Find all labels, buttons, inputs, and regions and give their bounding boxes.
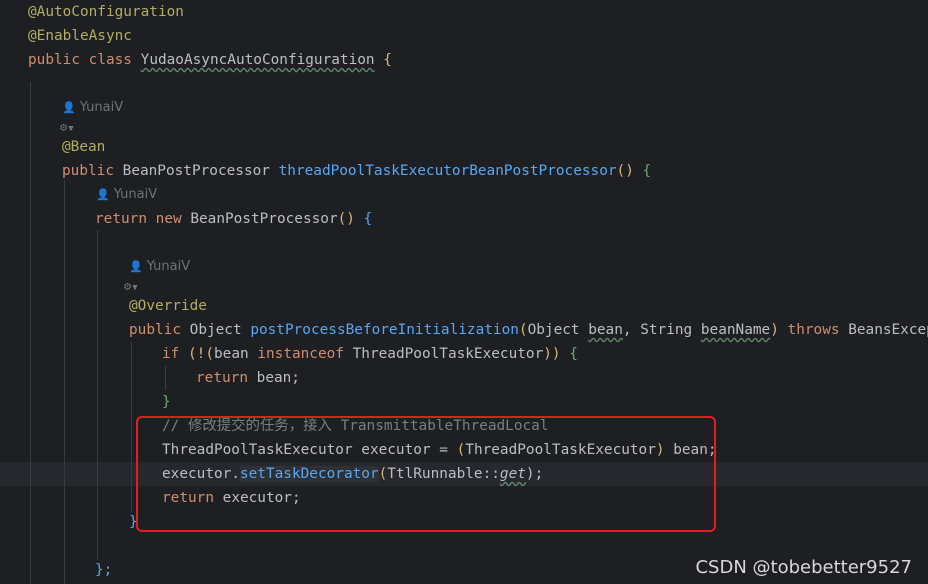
annotation-bean: @Bean [62,139,106,155]
watermark: CSDN @tobebetter9527 [695,557,912,578]
author-hint[interactable]: 👤 YunaiV [129,257,190,277]
person-icon: 👤 [129,260,143,273]
code-line[interactable]: @AutoConfiguration [28,0,184,24]
code-line[interactable]: public BeanPostProcessor threadPoolTaskE… [62,159,651,183]
code-line[interactable]: @EnableAsync [28,24,132,48]
class-name: YudaoAsyncAutoConfiguration [140,52,375,68]
code-line[interactable]: }; [95,558,112,582]
annotation-override: @Override [129,298,207,314]
chevron-down-icon: ▼ [68,124,74,134]
code-line[interactable]: public class YudaoAsyncAutoConfiguration… [28,48,392,72]
method-name: threadPoolTaskExecutorBeanPostProcessor [278,163,617,179]
chevron-down-icon: ▼ [132,283,138,293]
method-name: postProcessBeforeInitialization [250,322,519,338]
gutter-actions[interactable]: ⚙▼ [124,277,138,295]
indent-guide [131,342,132,512]
code-line[interactable]: if (!(bean instanceof ThreadPoolTaskExec… [162,342,578,366]
code-line[interactable]: return new BeanPostProcessor() { [95,207,372,231]
brace: { [383,52,392,68]
override-gear-icon: ⚙ [124,279,132,293]
code-line[interactable]: } [162,390,171,414]
bean-gear-icon: ⚙ [60,120,68,134]
indent-guide [97,230,98,560]
code-line[interactable]: return bean; [196,366,300,390]
indent-guide [165,366,166,390]
author-hint[interactable]: 👤 YunaiV [96,185,157,205]
person-icon: 👤 [96,188,110,201]
person-icon: 👤 [62,101,76,114]
code-line[interactable]: public Object postProcessBeforeInitializ… [129,318,928,342]
annotation-autoconfiguration: @AutoConfiguration [28,4,184,20]
code-line[interactable]: @Bean [62,135,105,159]
code-editor[interactable]: @AutoConfiguration @EnableAsync public c… [0,0,928,584]
indent-guide [64,180,65,584]
indent-guide [30,82,31,584]
keyword-class: class [88,52,132,68]
annotation-enableasync: @EnableAsync [28,28,132,44]
keyword-public: public [28,52,80,68]
gutter-actions[interactable]: ⚙▼ [60,118,74,136]
code-line[interactable]: @Override [129,294,207,318]
author-hint[interactable]: 👤 YunaiV [62,98,123,118]
highlight-box [136,416,716,532]
